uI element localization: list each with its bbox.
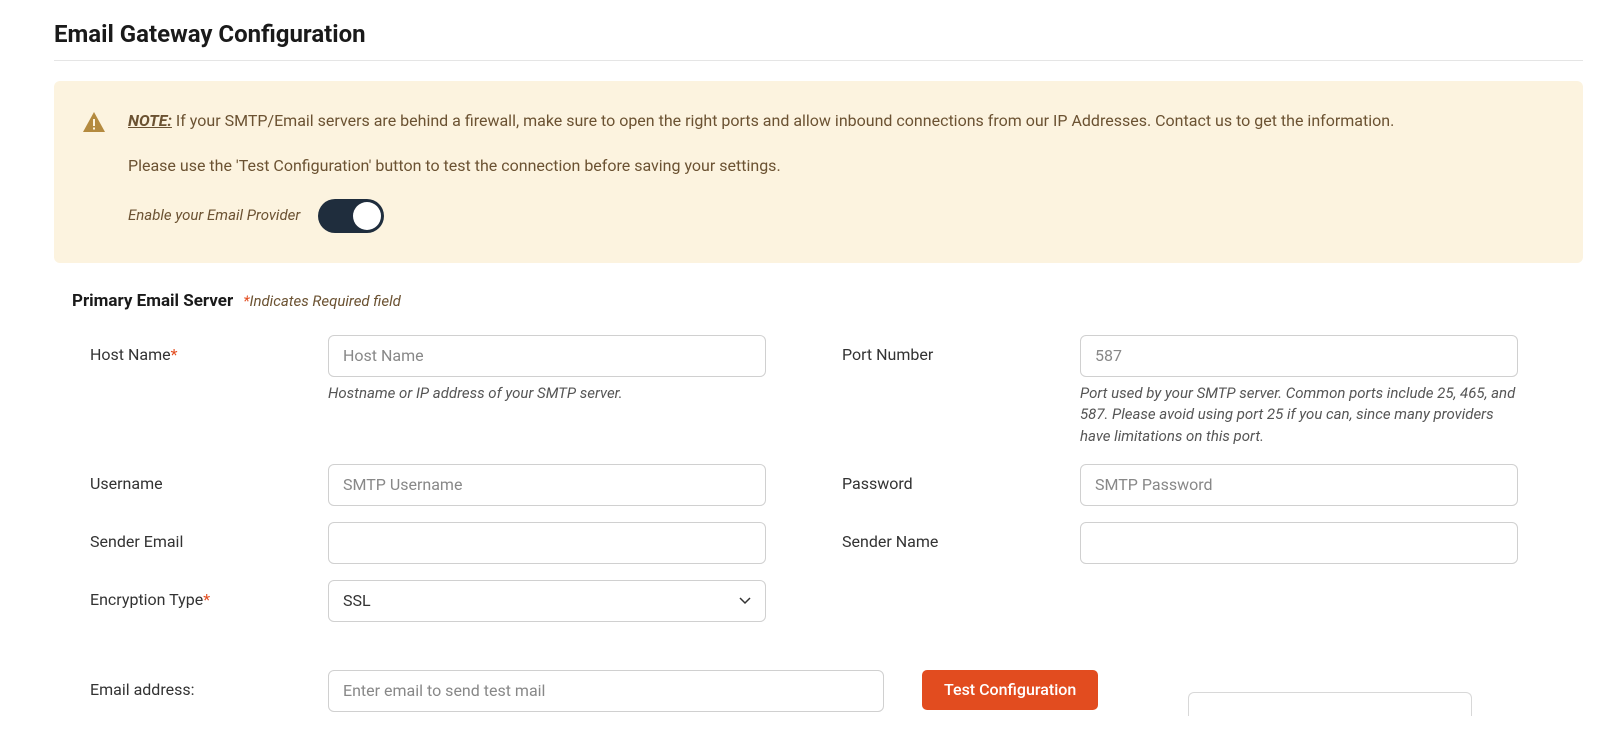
host-name-help: Hostname or IP address of your SMTP serv… [328, 383, 766, 405]
note-line-2: Please use the 'Test Configuration' butt… [128, 154, 1547, 179]
sender-email-input[interactable] [328, 522, 766, 564]
note-line-1: NOTE: If your SMTP/Email servers are beh… [128, 109, 1547, 134]
username-label: Username [90, 464, 328, 493]
sender-name-label: Sender Name [842, 522, 1080, 551]
port-number-help: Port used by your SMTP server. Common po… [1080, 383, 1518, 448]
username-input[interactable] [328, 464, 766, 506]
section-title: Primary Email Server [72, 291, 233, 311]
note-box: NOTE: If your SMTP/Email servers are beh… [54, 81, 1583, 263]
port-number-input[interactable] [1080, 335, 1518, 377]
host-name-input[interactable] [328, 335, 766, 377]
enable-provider-toggle[interactable] [318, 199, 384, 233]
required-note: *Indicates Required field [243, 292, 401, 310]
test-email-input[interactable] [328, 670, 884, 712]
page-title: Email Gateway Configuration [54, 20, 1583, 61]
password-label: Password [842, 464, 1080, 493]
sender-email-label: Sender Email [90, 522, 328, 551]
encryption-type-label: Encryption Type* [90, 580, 328, 609]
port-number-label: Port Number [842, 335, 1080, 364]
warning-icon [82, 111, 106, 137]
enable-provider-label: Enable your Email Provider [128, 204, 300, 227]
encryption-type-select[interactable]: SSL [328, 580, 766, 622]
host-name-label: Host Name* [90, 335, 328, 364]
toggle-knob [353, 202, 381, 230]
test-email-label: Email address: [90, 670, 328, 699]
password-input[interactable] [1080, 464, 1518, 506]
partial-box [1188, 692, 1472, 716]
note-label: NOTE: [128, 111, 172, 130]
test-configuration-button[interactable]: Test Configuration [922, 670, 1098, 710]
sender-name-input[interactable] [1080, 522, 1518, 564]
